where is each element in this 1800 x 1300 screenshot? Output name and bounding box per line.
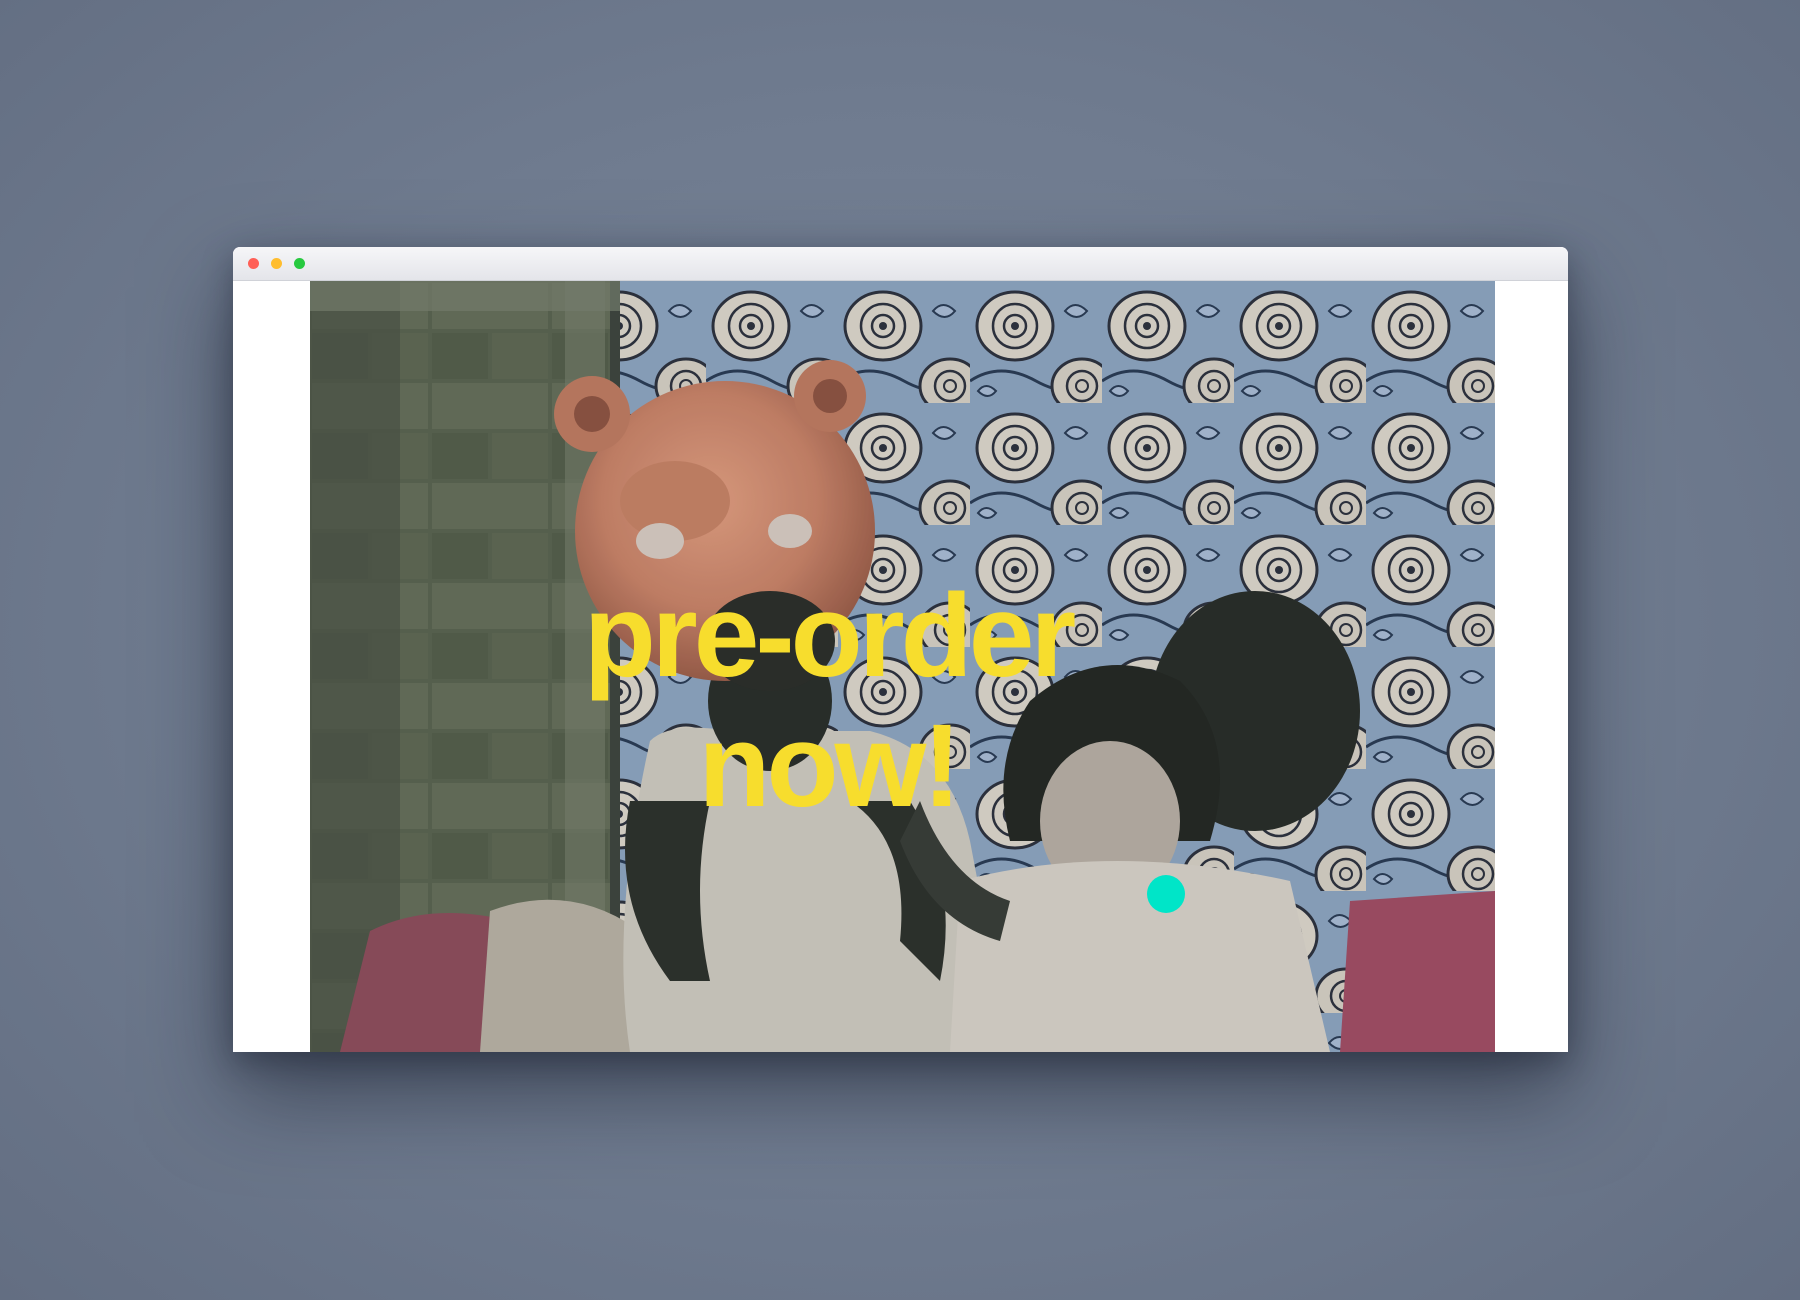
browser-window: pre-order now! bbox=[233, 247, 1568, 1052]
headline-line-1: pre-order bbox=[583, 570, 1077, 702]
window-titlebar bbox=[233, 247, 1568, 281]
minimize-window-button[interactable] bbox=[271, 258, 282, 269]
cursor-dot bbox=[1147, 875, 1185, 913]
zoom-window-button[interactable] bbox=[294, 258, 305, 269]
headline-line-2: now! bbox=[698, 700, 961, 832]
close-window-button[interactable] bbox=[248, 258, 259, 269]
preorder-headline[interactable]: pre-order now! bbox=[548, 571, 1108, 831]
page-viewport: pre-order now! bbox=[233, 281, 1568, 1052]
